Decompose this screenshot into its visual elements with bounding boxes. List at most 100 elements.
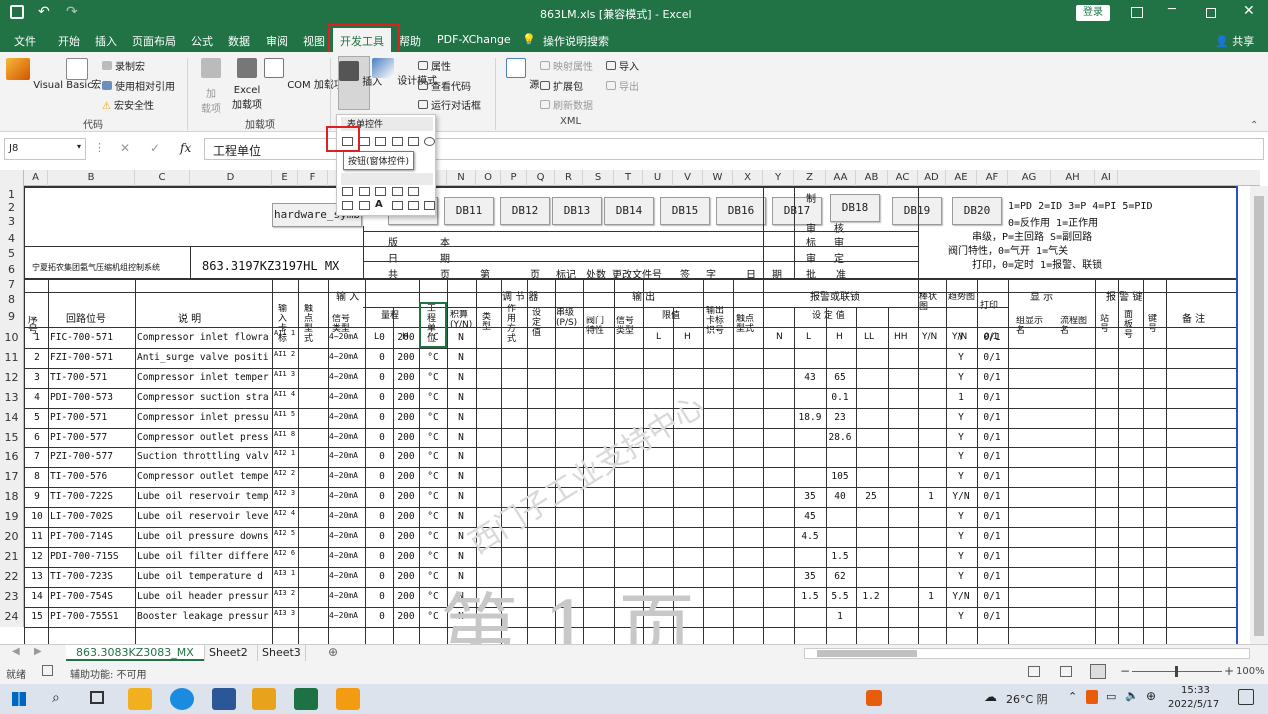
normal-view-icon[interactable]: [1028, 666, 1040, 677]
column-header[interactable]: V: [673, 170, 703, 186]
tab-formulas[interactable]: 公式: [191, 33, 213, 49]
column-header[interactable]: D: [190, 170, 272, 186]
tray-chevron-icon[interactable]: ⌃: [1068, 690, 1077, 703]
listbox-icon[interactable]: [408, 137, 419, 146]
column-header[interactable]: AD: [918, 170, 946, 186]
column-header[interactable]: F: [298, 170, 328, 186]
sheet-tab-active[interactable]: 863.3083KZ3083_MX: [66, 645, 204, 661]
radio-icon[interactable]: [424, 137, 435, 146]
insert-control-button[interactable]: 插入: [338, 56, 382, 110]
notification-icon[interactable]: [1238, 689, 1254, 705]
refresh-data-button[interactable]: 刷新数据: [540, 97, 593, 112]
task-view-icon[interactable]: [90, 691, 104, 704]
tab-data[interactable]: 数据: [228, 33, 250, 49]
h-scroll-thumb[interactable]: [817, 650, 917, 657]
app-icon[interactable]: [336, 688, 360, 710]
map-properties-button[interactable]: 映射属性: [540, 58, 593, 73]
row-header[interactable]: 7: [0, 278, 24, 292]
maximize-button[interactable]: [1206, 8, 1216, 18]
column-header[interactable]: AE: [946, 170, 977, 186]
add-sheet-icon[interactable]: ⊕: [328, 645, 338, 659]
tab-review[interactable]: 审阅: [266, 33, 288, 49]
ax-label-icon[interactable]: A: [375, 199, 383, 210]
column-header[interactable]: AG: [1008, 170, 1051, 186]
row-header[interactable]: 17: [0, 467, 24, 487]
visual-basic-button[interactable]: Visual Basic: [6, 58, 93, 91]
column-header[interactable]: N: [447, 170, 476, 186]
row-header[interactable]: 21: [0, 547, 24, 567]
column-header[interactable]: AF: [977, 170, 1008, 186]
tray-icon[interactable]: [1086, 690, 1098, 704]
design-mode-button[interactable]: 设计模式: [372, 58, 437, 87]
column-header[interactable]: A: [24, 170, 48, 186]
app-icon[interactable]: [252, 688, 276, 710]
relative-reference-button[interactable]: 使用相对引用: [102, 78, 175, 93]
record-macro-button[interactable]: 录制宏: [102, 58, 145, 73]
row-header[interactable]: 12: [0, 368, 24, 388]
collapse-ribbon-icon[interactable]: ⌃: [1250, 120, 1258, 131]
row-header[interactable]: 8: [0, 292, 24, 307]
tab-page-layout[interactable]: 页面布局: [132, 33, 176, 49]
row-header[interactable]: 16: [0, 447, 24, 467]
ax-option-icon[interactable]: [359, 201, 370, 210]
column-header[interactable]: Z: [794, 170, 826, 186]
ax-checkbox-icon[interactable]: [375, 187, 386, 196]
tab-file[interactable]: 文件: [14, 33, 36, 49]
column-header[interactable]: S: [583, 170, 614, 186]
clock-time[interactable]: 15:33: [1181, 685, 1210, 696]
save-icon[interactable]: [10, 5, 24, 19]
column-header[interactable]: T: [614, 170, 643, 186]
page-layout-icon[interactable]: [1060, 666, 1072, 677]
vertical-scrollbar[interactable]: [1250, 186, 1268, 644]
tab-insert[interactable]: 插入: [95, 33, 117, 49]
expansion-packs-button[interactable]: 扩展包: [540, 78, 583, 93]
prev-sheet-icon[interactable]: ◀: [12, 646, 20, 657]
column-header[interactable]: AB: [856, 170, 888, 186]
row-header[interactable]: 4: [0, 231, 24, 246]
tray-app-icon[interactable]: [866, 690, 882, 706]
edge-icon[interactable]: [170, 688, 194, 710]
worksheet-grid[interactable]: ABCDEFIKLMNOPQRSTUVWXYZAAABACADAEAFAGAHA…: [0, 170, 1268, 644]
combobox-icon[interactable]: [359, 137, 370, 146]
zoom-in-icon[interactable]: +: [1224, 664, 1234, 678]
db-button[interactable]: DB19: [892, 197, 942, 225]
db-button[interactable]: DB14: [604, 197, 654, 225]
accessibility-status[interactable]: 辅助功能: 不可用: [70, 666, 147, 681]
row-header[interactable]: 14: [0, 408, 24, 428]
row-header[interactable]: 9: [0, 307, 24, 327]
sheet-tab[interactable]: Sheet2: [204, 645, 252, 661]
word-icon[interactable]: [212, 688, 236, 710]
macro-record-icon[interactable]: [42, 665, 53, 676]
db-button[interactable]: DB11: [444, 197, 494, 225]
row-header[interactable]: 3: [0, 213, 24, 231]
export-button[interactable]: 导出: [606, 78, 639, 93]
column-header[interactable]: Y: [763, 170, 794, 186]
row-header[interactable]: 15: [0, 428, 24, 447]
db-button[interactable]: DB12: [500, 197, 550, 225]
zoom-thumb[interactable]: [1175, 666, 1178, 677]
row-header[interactable]: 6: [0, 261, 24, 278]
chevron-down-icon[interactable]: ▾: [77, 142, 81, 151]
login-button[interactable]: 登录: [1076, 5, 1110, 21]
row-header[interactable]: 13: [0, 388, 24, 408]
ax-combo-icon[interactable]: [359, 187, 370, 196]
tab-pdf-xchange[interactable]: PDF-XChange: [437, 33, 511, 46]
column-header[interactable]: Q: [527, 170, 555, 186]
clock-date[interactable]: 2022/5/17: [1168, 699, 1219, 710]
spinner-icon[interactable]: [392, 137, 403, 146]
row-header[interactable]: 20: [0, 527, 24, 547]
tab-help[interactable]: 帮助: [399, 33, 421, 49]
macros-button[interactable]: 宏: [66, 58, 101, 91]
redo-icon[interactable]: ↷: [66, 4, 78, 20]
column-header[interactable]: AC: [888, 170, 918, 186]
column-header[interactable]: P: [501, 170, 527, 186]
row-header[interactable]: 23: [0, 587, 24, 607]
ax-text-icon[interactable]: [408, 187, 419, 196]
ax-list-icon[interactable]: [392, 187, 403, 196]
view-code-button[interactable]: 查看代码: [418, 78, 471, 93]
select-all-corner[interactable]: [0, 170, 24, 186]
column-header[interactable]: E: [272, 170, 298, 186]
row-header[interactable]: 11: [0, 348, 24, 368]
tab-view[interactable]: 视图: [303, 33, 325, 49]
column-header[interactable]: B: [48, 170, 135, 186]
